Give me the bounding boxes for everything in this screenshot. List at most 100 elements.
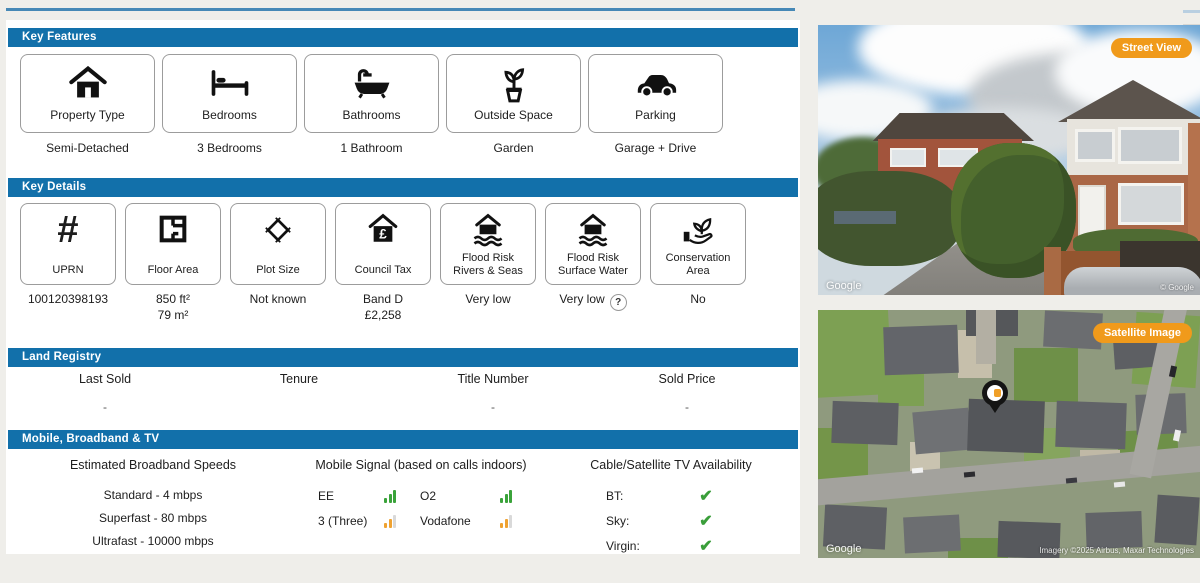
bedrooms-value: 3 Bedrooms bbox=[162, 141, 297, 155]
card-label: UPRN bbox=[52, 264, 83, 277]
check-icon: ✔ bbox=[676, 486, 736, 506]
neighbor-house-edge bbox=[1188, 123, 1200, 247]
roof bbox=[912, 408, 971, 455]
land-registry-header: Land Registry bbox=[8, 348, 798, 367]
right-house-window bbox=[1118, 183, 1184, 225]
conservation-area-card[interactable]: Conservation Area bbox=[650, 203, 746, 285]
mobile-signal-column: Mobile Signal (based on calls indoors) E… bbox=[296, 458, 546, 528]
property-type-value: Semi-Detached bbox=[20, 141, 155, 155]
car bbox=[1066, 478, 1077, 484]
flood-risk-rivers-card[interactable]: Flood RiskRivers & Seas bbox=[440, 203, 536, 285]
flood-risk-surface-card[interactable]: Flood RiskSurface Water bbox=[545, 203, 641, 285]
left-house-window bbox=[890, 148, 926, 167]
key-features-values: Semi-Detached 3 Bedrooms 1 Bathroom Gard… bbox=[20, 141, 723, 155]
plot-size-icon bbox=[261, 213, 295, 252]
card-label: Conservation Area bbox=[654, 252, 742, 277]
broadband-heading: Estimated Broadband Speeds bbox=[18, 458, 288, 472]
roof bbox=[1154, 495, 1199, 546]
plot-size-card[interactable]: Plot Size bbox=[230, 203, 326, 285]
card-label: Outside Space bbox=[474, 109, 553, 123]
help-icon[interactable]: ? bbox=[610, 294, 627, 311]
street-sign bbox=[834, 211, 896, 224]
mobile-signal-heading: Mobile Signal (based on calls indoors) bbox=[296, 458, 546, 472]
flood-surface-icon bbox=[575, 213, 611, 252]
car bbox=[964, 472, 975, 478]
road-spur bbox=[976, 310, 996, 364]
key-features-header: Key Features bbox=[8, 28, 798, 47]
card-label: Flood RiskSurface Water bbox=[558, 252, 628, 277]
key-features-cards: Property Type Bedrooms Bathrooms Outside… bbox=[20, 54, 723, 133]
satellite-image[interactable]: Satellite Image Google Imagery ©2025 Air… bbox=[818, 310, 1200, 558]
street-view-image[interactable]: Street View Google © Google bbox=[818, 25, 1200, 295]
title-number-value: - bbox=[396, 400, 590, 414]
flood-rivers-icon bbox=[470, 213, 506, 252]
tv-row-virgin: Virgin: ✔ bbox=[556, 536, 786, 556]
satellite-image-badge: Satellite Image bbox=[1093, 323, 1192, 343]
land-registry-values: - - - bbox=[8, 400, 784, 414]
potted-plant-icon bbox=[496, 66, 532, 109]
floor-area-card[interactable]: Floor Area bbox=[125, 203, 221, 285]
mobile-signal-grid: EE O2 3 (Three) Vodafone bbox=[318, 489, 546, 528]
roof bbox=[1085, 511, 1142, 549]
car bbox=[1114, 482, 1125, 488]
right-house-window bbox=[1075, 129, 1115, 162]
land-registry-labels: Last Sold Tenure Title Number Sold Price bbox=[8, 372, 784, 386]
roof bbox=[831, 401, 898, 445]
bedrooms-card[interactable]: Bedrooms bbox=[162, 54, 297, 133]
car bbox=[912, 468, 923, 474]
sold-price-label: Sold Price bbox=[590, 372, 784, 386]
street-view-badge: Street View bbox=[1111, 38, 1192, 58]
card-label: Floor Area bbox=[148, 264, 199, 277]
card-label: Bedrooms bbox=[202, 109, 257, 123]
conservation-icon bbox=[680, 213, 716, 252]
provider-three: 3 (Three) bbox=[318, 514, 384, 528]
edge-divider-blue bbox=[1183, 10, 1200, 13]
broadband-standard: Standard - 4 mbps bbox=[18, 488, 288, 502]
google-watermark: Google bbox=[826, 543, 861, 555]
lawn bbox=[878, 370, 924, 406]
tv-row-bt: BT: ✔ bbox=[556, 486, 786, 506]
target-roof bbox=[967, 399, 1045, 454]
signal-bars-icon bbox=[384, 490, 420, 503]
provider-ee: EE bbox=[318, 489, 384, 503]
council-tax-card[interactable]: £ Council Tax bbox=[335, 203, 431, 285]
signal-bars-icon bbox=[500, 490, 530, 503]
plot-size-value: Not known bbox=[230, 291, 326, 323]
flood-rivers-value: Very low bbox=[440, 291, 536, 323]
sold-price-value: - bbox=[590, 400, 784, 414]
title-number-label: Title Number bbox=[396, 372, 590, 386]
map-pin-tail bbox=[989, 404, 1001, 413]
provider-vodafone: Vodafone bbox=[420, 514, 500, 528]
car bbox=[1173, 429, 1181, 441]
uprn-card[interactable]: # UPRN bbox=[20, 203, 116, 285]
roof bbox=[903, 515, 961, 554]
check-icon: ✔ bbox=[676, 511, 736, 531]
right-house-window bbox=[1118, 127, 1182, 164]
council-tax-icon: £ bbox=[366, 213, 400, 250]
broadband-superfast: Superfast - 80 mbps bbox=[18, 511, 288, 525]
house-icon bbox=[67, 66, 109, 105]
key-details-cards: # UPRN Floor Area Plot Size £ Council Ta… bbox=[20, 203, 746, 285]
card-label: Council Tax bbox=[355, 264, 412, 277]
roof bbox=[1055, 401, 1127, 449]
outside-space-card[interactable]: Outside Space bbox=[446, 54, 581, 133]
tenure-label: Tenure bbox=[202, 372, 396, 386]
bathrooms-card[interactable]: Bathrooms bbox=[304, 54, 439, 133]
bed-icon bbox=[208, 66, 252, 105]
broadband-column: Estimated Broadband Speeds Standard - 4 … bbox=[18, 458, 288, 548]
parking-value: Garage + Drive bbox=[588, 141, 723, 155]
google-watermark: Google bbox=[826, 280, 861, 292]
signal-bars-icon bbox=[500, 515, 530, 528]
map-pin-dot bbox=[994, 389, 1001, 397]
parking-card[interactable]: Parking bbox=[588, 54, 723, 133]
signal-bars-icon bbox=[384, 515, 420, 528]
property-type-card[interactable]: Property Type bbox=[20, 54, 155, 133]
roof bbox=[883, 325, 959, 376]
card-label: Parking bbox=[635, 109, 676, 123]
flood-surface-value: Very low? bbox=[545, 291, 641, 323]
tenure-value bbox=[202, 400, 396, 414]
imagery-copyright-text: Imagery ©2025 Airbus, Maxar Technologies bbox=[1039, 546, 1194, 555]
tv-rows: BT: ✔ Sky: ✔ Virgin: ✔ bbox=[556, 486, 786, 556]
check-icon: ✔ bbox=[676, 536, 736, 556]
card-label: Bathrooms bbox=[342, 109, 400, 123]
